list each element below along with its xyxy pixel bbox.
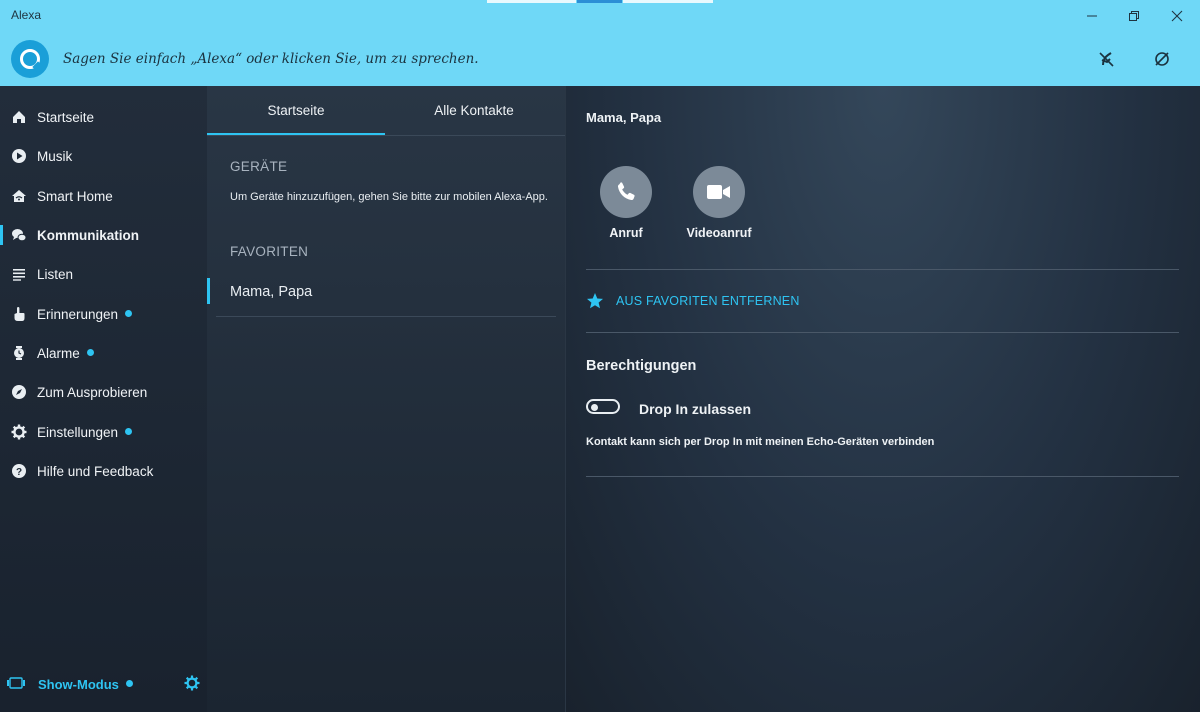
- contact-detail-title: Mama, Papa: [586, 110, 662, 125]
- show-mode-settings-icon[interactable]: [184, 675, 200, 696]
- selected-indicator: [207, 278, 210, 304]
- sidebar-item-label: Kommunikation: [37, 227, 140, 243]
- call-label: Anruf: [609, 226, 643, 240]
- video-camera-icon: [693, 166, 745, 218]
- sidebar-item-einstellungen[interactable]: Einstellungen: [0, 414, 207, 450]
- alexa-logo-icon: [20, 49, 40, 69]
- favorite-contact-item[interactable]: Mama, Papa: [207, 274, 557, 317]
- phone-icon: [600, 166, 652, 218]
- sidebar-item-zum-ausprobieren[interactable]: Zum Ausprobieren: [0, 374, 207, 410]
- title-drag-strip: [487, 0, 576, 3]
- section-divider: [586, 476, 1179, 477]
- sidebar-item-alarme[interactable]: Alarme: [0, 335, 207, 371]
- chat-icon: [10, 226, 28, 244]
- sidebar-item-musik[interactable]: Musik: [0, 138, 207, 174]
- title-drag-strip: [623, 0, 713, 3]
- voice-header: Sagen Sie einfach „Alexa“ oder klicken S…: [0, 31, 1200, 86]
- contacts-panel: Startseite Alle Kontakte GERÄTE Um Gerät…: [207, 86, 565, 712]
- restore-icon: [1129, 10, 1139, 21]
- minimize-button[interactable]: [1069, 0, 1115, 31]
- sidebar-item-erinnerungen[interactable]: Erinnerungen: [0, 296, 207, 332]
- sidebar-item-label: Einstellungen: [37, 425, 133, 440]
- drop-in-description: Kontakt kann sich per Drop In mit meinen…: [586, 436, 935, 448]
- compass-icon: [10, 383, 28, 401]
- home-icon: [10, 108, 28, 126]
- smart-home-icon: [10, 187, 28, 205]
- sidebar-item-label: Alarme: [37, 346, 94, 361]
- help-icon: ?: [10, 462, 28, 480]
- notification-dot: [86, 348, 94, 356]
- hand-icon: [10, 305, 28, 323]
- call-button[interactable]: Anruf: [586, 166, 666, 240]
- devices-info-text: Um Geräte hinzuzufügen, gehen Sie bitte …: [230, 191, 548, 203]
- title-drag-strip-active: [577, 0, 622, 3]
- show-mode-label: Show-Modus: [38, 677, 133, 692]
- notification-dot: [125, 427, 133, 435]
- voice-prompt[interactable]: Sagen Sie einfach „Alexa“ oder klicken S…: [63, 51, 479, 67]
- toggle-knob: [591, 403, 598, 411]
- sidebar-item-label: Hilfe und Feedback: [37, 463, 154, 479]
- sidebar-item-label: Musik: [37, 148, 73, 164]
- list-divider: [216, 316, 556, 317]
- drop-in-label: Drop In zulassen: [639, 401, 752, 417]
- microphone-off-button[interactable]: [1151, 48, 1173, 70]
- restore-button[interactable]: [1111, 0, 1157, 31]
- sidebar-item-label: Smart Home: [37, 188, 113, 204]
- show-mode-icon: [6, 676, 26, 695]
- sidebar-item-hilfe-und-feedback[interactable]: ? Hilfe und Feedback: [0, 453, 207, 489]
- svg-text:?: ?: [16, 467, 22, 478]
- play-icon: [10, 147, 28, 165]
- drop-in-toggle[interactable]: [586, 399, 620, 414]
- devices-heading: GERÄTE: [230, 159, 288, 174]
- tab-alle-kontakte[interactable]: Alle Kontakte: [385, 86, 563, 135]
- notification-dot: [125, 680, 133, 687]
- active-indicator: [0, 225, 3, 245]
- sidebar-item-startseite[interactable]: Startseite: [0, 99, 207, 135]
- list-icon: [10, 265, 28, 283]
- sidebar-item-label: Listen: [37, 266, 74, 282]
- do-not-disturb-button[interactable]: [1096, 48, 1118, 70]
- close-button[interactable]: [1154, 0, 1200, 31]
- sidebar-nav: Startseite Musik Smart Home Kommunikatio…: [0, 86, 207, 712]
- remove-favorite-label: AUS FAVORITEN ENTFERNEN: [616, 294, 800, 308]
- sidebar-item-listen[interactable]: Listen: [0, 256, 207, 292]
- tab-startseite[interactable]: Startseite: [207, 86, 385, 135]
- gear-icon: [10, 423, 28, 441]
- window-title: Alexa: [11, 8, 42, 22]
- video-call-button[interactable]: Videoanruf: [679, 166, 759, 240]
- mute-icon: [1155, 52, 1169, 66]
- sidebar-item-kommunikation[interactable]: Kommunikation: [0, 217, 207, 253]
- contact-detail-panel: Mama, Papa Anruf Videoanruf AUS FAVORITE…: [566, 86, 1200, 712]
- alarm-icon: [10, 344, 28, 362]
- alexa-talk-button[interactable]: [11, 40, 49, 78]
- no-gesture-icon: [1099, 52, 1114, 67]
- star-icon: [587, 293, 603, 309]
- section-divider: [586, 332, 1179, 333]
- favorites-heading: FAVORITEN: [230, 244, 309, 259]
- contact-name: Mama, Papa: [230, 284, 313, 300]
- show-mode-button[interactable]: Show-Modus: [0, 672, 207, 696]
- title-bar: Alexa: [0, 0, 1200, 31]
- section-divider: [586, 269, 1179, 270]
- permissions-heading: Berechtigungen: [586, 358, 697, 374]
- tab-divider: [207, 135, 565, 136]
- sidebar-item-label: Erinnerungen: [37, 307, 133, 322]
- remove-favorite-link[interactable]: AUS FAVORITEN ENTFERNEN: [586, 292, 800, 310]
- sidebar-item-label: Zum Ausprobieren: [37, 384, 148, 400]
- close-icon: [1171, 10, 1183, 21]
- notification-dot: [125, 309, 133, 317]
- minimize-icon: [1087, 15, 1097, 16]
- sidebar-item-smart-home[interactable]: Smart Home: [0, 178, 207, 214]
- sidebar-item-label: Startseite: [37, 109, 95, 125]
- video-call-label: Videoanruf: [686, 226, 752, 240]
